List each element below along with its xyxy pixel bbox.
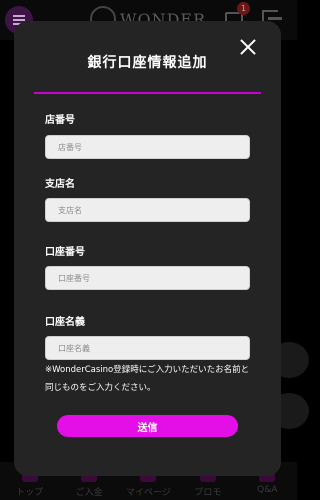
- mail-badge: 1: [237, 2, 250, 15]
- branch-name-input[interactable]: [45, 198, 250, 222]
- menu-icon: [13, 15, 25, 17]
- account-number-input[interactable]: [45, 266, 250, 290]
- branch-number-label: 店番号: [45, 115, 75, 126]
- nav-label: ご入金: [75, 488, 103, 498]
- account-number-label: 口座番号: [45, 247, 85, 258]
- nav-label: マイページ: [126, 488, 171, 498]
- modal-title: 銀行口座情報追加: [87, 55, 208, 71]
- title-divider: [34, 92, 261, 94]
- branch-number-input[interactable]: [45, 135, 250, 159]
- submit-button[interactable]: 送信: [57, 415, 238, 437]
- bank-account-modal: 銀行口座情報追加 店番号 支店名 口座番号 口座名義 ※WonderCasino…: [14, 21, 281, 476]
- name-notice: ※WonderCasino登録時にご入力いただいたお名前と同じものをご入力くださ…: [45, 365, 250, 393]
- logout-arrow-icon: [268, 17, 282, 20]
- nav-label: トップ: [16, 488, 44, 498]
- nav-label: プロモ: [194, 488, 222, 498]
- nav-label: Q&A: [257, 485, 278, 495]
- branch-name-label: 支店名: [45, 179, 75, 190]
- account-holder-input[interactable]: [45, 336, 250, 360]
- account-holder-label: 口座名義: [45, 317, 85, 328]
